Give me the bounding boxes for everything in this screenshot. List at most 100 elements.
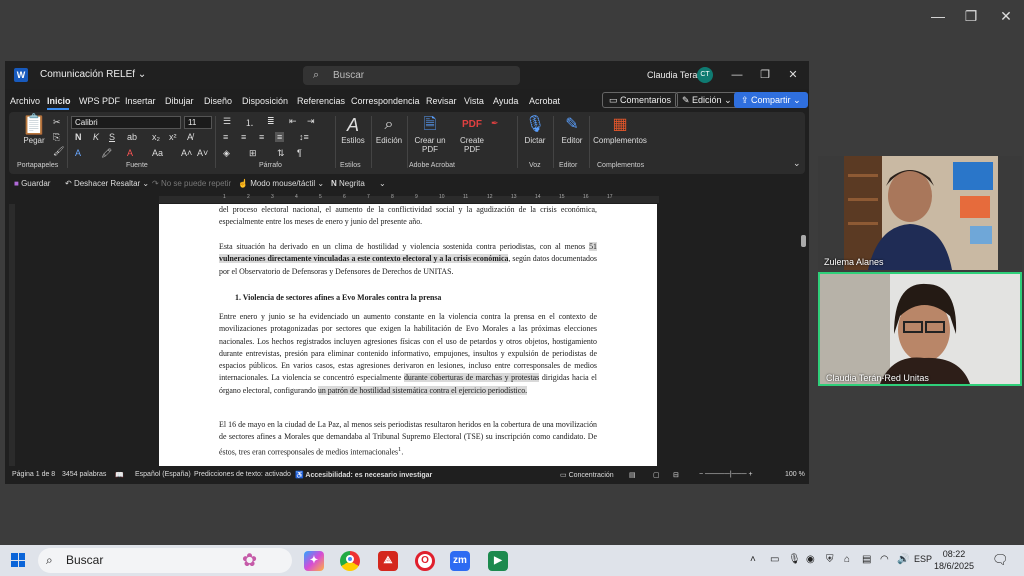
- editing-button[interactable]: ⌕ Edición: [373, 116, 405, 145]
- taskbar-search-input[interactable]: ⌕ Buscar ✿: [38, 548, 292, 573]
- tab-acrobat[interactable]: Acrobat: [529, 96, 560, 106]
- tab-diseno[interactable]: Diseño: [204, 96, 232, 106]
- font-name-select[interactable]: Calibri: [71, 116, 181, 129]
- redo-button[interactable]: ↷ No se puede repetir: [152, 179, 231, 188]
- share-button[interactable]: ⇪ Compartir ⌄: [734, 92, 808, 108]
- create-pdf-wps-button[interactable]: PDF Create PDF: [455, 116, 489, 154]
- comments-button[interactable]: ▭ Comentarios: [602, 92, 679, 108]
- proofing-icon[interactable]: 📖: [115, 471, 124, 479]
- increase-indent-icon[interactable]: ⇥: [307, 116, 315, 127]
- document-page[interactable]: del proceso electoral nacional, el aumen…: [159, 204, 657, 466]
- tab-vista[interactable]: Vista: [464, 96, 484, 106]
- editing-mode-button[interactable]: ✎ Edición ⌄: [675, 92, 739, 108]
- storage-icon[interactable]: ▤: [862, 554, 871, 565]
- language[interactable]: Español (España): [135, 471, 191, 478]
- dictate-button[interactable]: 🎙 Dictar: [521, 116, 549, 145]
- justify-icon[interactable]: ≡: [275, 132, 285, 142]
- font-size-select[interactable]: 11: [184, 116, 212, 129]
- wifi-icon[interactable]: ◠: [880, 554, 889, 565]
- tab-dibujar[interactable]: Dibujar: [165, 96, 194, 106]
- clear-format-icon[interactable]: A̸: [187, 132, 193, 142]
- chrome-icon[interactable]: [340, 551, 360, 571]
- copilot-icon[interactable]: ✦: [304, 551, 324, 571]
- read-mode-icon[interactable]: ▢: [653, 471, 660, 479]
- zoom-icon[interactable]: zm: [450, 551, 470, 571]
- horizontal-ruler[interactable]: 1 2 3 4 5 6 7 8 9 10 11 12 13 14 15 16 17: [5, 194, 809, 204]
- word-count[interactable]: 3454 palabras: [62, 471, 106, 478]
- create-pdf-button[interactable]: 🗎 Crear un PDF: [413, 116, 447, 154]
- tab-ayuda[interactable]: Ayuda: [493, 96, 518, 106]
- text-predictions[interactable]: Predicciones de texto: activado: [194, 471, 291, 478]
- line-spacing-icon[interactable]: ↕≡: [299, 132, 309, 142]
- format-painter-icon[interactable]: 🖌: [53, 146, 64, 157]
- shrink-font-icon[interactable]: A˅: [197, 148, 208, 158]
- save-button[interactable]: ■ Guardar: [14, 179, 50, 188]
- multilevel-list-icon[interactable]: ≣: [267, 116, 275, 127]
- collapse-ribbon-icon[interactable]: ⌄: [793, 158, 801, 169]
- acrobat-icon[interactable]: ⟁: [378, 551, 398, 571]
- security-icon[interactable]: ⛨: [826, 554, 834, 565]
- network-app-icon[interactable]: ⌂: [844, 554, 850, 565]
- subscript-icon[interactable]: x₂: [152, 132, 160, 142]
- search-input[interactable]: ⌕ Buscar: [303, 66, 520, 85]
- tab-correspondencia[interactable]: Correspondencia: [351, 96, 420, 106]
- vertical-scrollbar[interactable]: [801, 235, 806, 247]
- align-center-icon[interactable]: ≡: [241, 132, 246, 142]
- strikethrough-icon[interactable]: ab: [127, 132, 137, 142]
- cut-icon[interactable]: ✂: [53, 117, 61, 128]
- sort-icon[interactable]: ⇅: [277, 148, 285, 159]
- zoom-level[interactable]: 100 %: [785, 471, 805, 478]
- zoom-slider[interactable]: − ─────|─── +: [699, 471, 753, 478]
- tab-revisar[interactable]: Revisar: [426, 96, 457, 106]
- document-title[interactable]: Comunicación RELEf ⌄: [40, 69, 146, 80]
- user-name[interactable]: Claudia Teran: [647, 70, 702, 80]
- font-color-icon[interactable]: A: [127, 148, 133, 158]
- tab-insertar[interactable]: Insertar: [125, 96, 156, 106]
- screen-close-button[interactable]: ✕: [996, 6, 1016, 26]
- undo-button[interactable]: ↶ Deshacer Resaltar ⌄: [65, 179, 149, 188]
- underline-icon[interactable]: S: [109, 132, 115, 142]
- microphone-icon[interactable]: 🎙: [788, 554, 801, 565]
- print-layout-icon[interactable]: ▤: [629, 471, 636, 479]
- align-right-icon[interactable]: ≡: [259, 132, 264, 142]
- bullets-icon[interactable]: ☰: [223, 116, 231, 127]
- highlight-icon[interactable]: 🖍: [101, 148, 112, 159]
- tab-referencias[interactable]: Referencias: [297, 96, 345, 106]
- shading-icon[interactable]: ◈: [223, 148, 230, 159]
- meet-icon[interactable]: ▶: [488, 551, 508, 571]
- minimize-button[interactable]: —: [729, 67, 745, 83]
- vertical-ruler[interactable]: [9, 204, 15, 466]
- camera-icon[interactable]: ▭: [770, 554, 779, 565]
- sign-pdf-icon[interactable]: ✒: [491, 118, 499, 129]
- borders-icon[interactable]: ⊞: [249, 148, 257, 159]
- grow-font-icon[interactable]: A˄: [181, 148, 192, 158]
- bold-icon[interactable]: N: [75, 132, 82, 142]
- clock[interactable]: 08:22 18/6/2025: [934, 548, 974, 572]
- tab-inicio[interactable]: Inicio: [47, 96, 71, 106]
- decrease-indent-icon[interactable]: ⇤: [289, 116, 297, 127]
- screen-restore-button[interactable]: ❐: [961, 6, 981, 26]
- tab-archivo[interactable]: Archivo: [10, 96, 40, 106]
- accessibility-status[interactable]: ♿ Accesibilidad: es necesario investigar: [295, 471, 432, 479]
- opera-icon[interactable]: O: [415, 551, 435, 571]
- text-effects-icon[interactable]: A: [75, 148, 81, 158]
- tab-disposicion[interactable]: Disposición: [242, 96, 288, 106]
- editor-button[interactable]: ✎ Editor: [557, 116, 587, 145]
- web-layout-icon[interactable]: ⊟: [673, 471, 679, 479]
- language-indicator[interactable]: ESP: [914, 554, 932, 564]
- screen-minimize-button[interactable]: —: [928, 6, 948, 26]
- superscript-icon[interactable]: x²: [169, 132, 177, 142]
- change-case-icon[interactable]: Aa: [152, 148, 163, 158]
- participant-tile-active-speaker[interactable]: Claudia Terán-Red Unitas: [818, 272, 1022, 386]
- copy-icon[interactable]: ⎘: [53, 132, 60, 143]
- styles-button[interactable]: A Estilos: [339, 116, 367, 145]
- windows-icon[interactable]: [11, 553, 25, 567]
- maximize-button[interactable]: ❐: [757, 67, 773, 83]
- mouse-mode-button[interactable]: ☝ Modo mouse/táctil ⌄: [238, 179, 324, 188]
- close-button[interactable]: ✕: [785, 67, 801, 83]
- app-tray-icon[interactable]: ◉: [806, 554, 815, 565]
- participant-tile[interactable]: Zulema Alanes: [818, 156, 1022, 270]
- volume-icon[interactable]: 🔊: [897, 554, 909, 565]
- show-hidden-icons[interactable]: ˄: [750, 554, 756, 565]
- show-marks-icon[interactable]: ¶: [297, 148, 302, 158]
